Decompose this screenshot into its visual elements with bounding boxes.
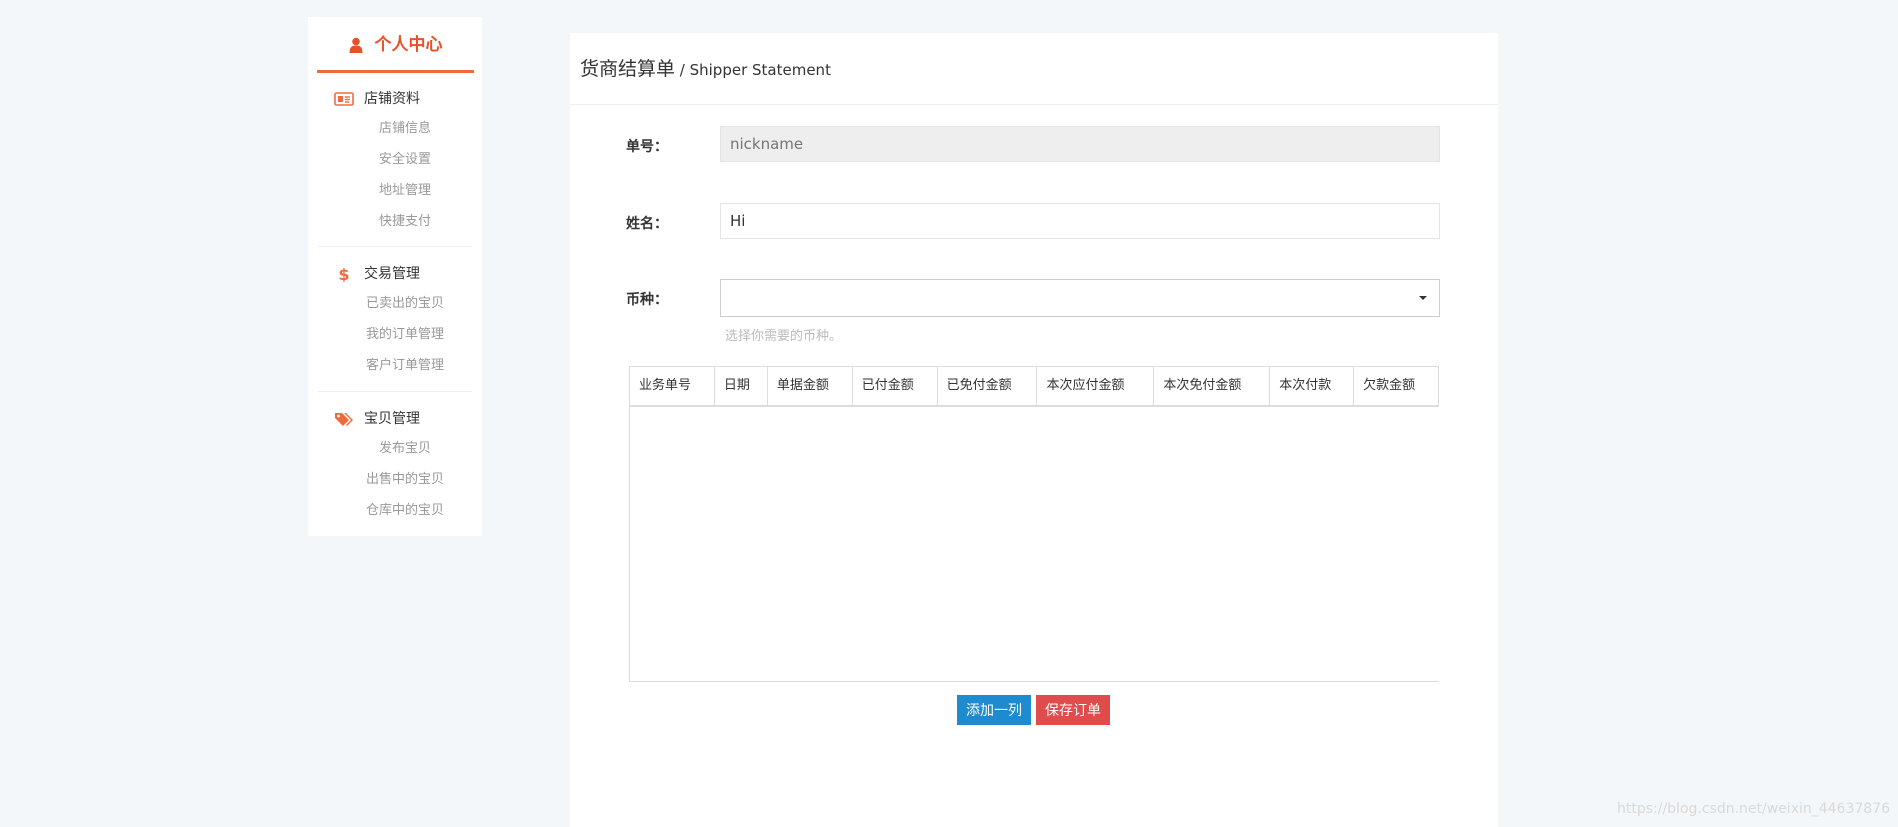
currency-label: 币种： [626,292,668,308]
sidebar-item-security[interactable]: 安全设置 [308,144,482,175]
sidebar-item-on-sale[interactable]: 出售中的宝贝 [308,464,482,495]
sidebar-section-trade: $ 交易管理 已卖出的宝贝 我的订单管理 客户订单管理 [308,260,482,381]
user-icon [349,37,363,53]
sidebar-item-address[interactable]: 地址管理 [308,175,482,206]
column-header: 本次应付金额 [1037,367,1155,405]
sidebar-item-my-orders[interactable]: 我的订单管理 [308,319,482,350]
name-input[interactable] [720,203,1440,239]
svg-text:$: $ [338,266,349,282]
sidebar-section-label: 店铺资料 [364,91,420,107]
tags-icon [335,413,353,426]
sidebar-item-sold[interactable]: 已卖出的宝贝 [308,288,482,319]
sidebar-header-label: 个人中心 [374,35,443,55]
sidebar-section-label: 宝贝管理 [364,411,420,427]
sidebar-item-customer-orders[interactable]: 客户订单管理 [308,350,482,381]
column-header: 本次免付金额 [1154,367,1271,405]
divider [318,391,472,392]
page-title-en: Shipper Statement [689,61,831,79]
sidebar-section-title[interactable]: 店铺资料 [308,85,482,113]
column-header: 单据金额 [768,367,853,405]
sidebar-section-shop: 店铺资料 店铺信息 安全设置 地址管理 快捷支付 [308,85,482,237]
sidebar-section-label: 交易管理 [364,266,420,282]
page-title-cn: 货商结算单 [580,58,676,80]
sidebar-item-shop-info[interactable]: 店铺信息 [308,113,482,144]
name-label: 姓名： [626,216,668,232]
sidebar-item-publish[interactable]: 发布宝贝 [308,433,482,464]
sidebar: 个人中心 店铺资料 店铺信息 安全设置 地址管理 快捷支付 $ 交易管理 已卖出… [308,17,482,536]
add-row-button[interactable]: 添加一列 [957,695,1031,725]
save-order-button[interactable]: 保存订单 [1036,695,1110,725]
order-no-input[interactable] [720,126,1440,162]
page-title: 货商结算单 / Shipper Statement [570,33,1498,105]
currency-help-text: 选择你需要的币种。 [725,329,843,344]
column-header: 日期 [715,367,768,405]
chevron-down-icon [1419,296,1427,300]
sidebar-section-title[interactable]: $ 交易管理 [308,260,482,288]
sidebar-section-goods: 宝贝管理 发布宝贝 出售中的宝贝 仓库中的宝贝 [308,405,482,526]
sidebar-item-warehouse[interactable]: 仓库中的宝贝 [308,495,482,526]
main-panel: 货商结算单 / Shipper Statement 单号： 姓名： 币种： 选择… [570,33,1498,827]
statement-table: 业务单号 日期 单据金额 已付金额 已免付金额 本次应付金额 本次免付金额 本次… [629,366,1439,682]
watermark: https://blog.csdn.net/weixin_44637876 [1616,801,1890,817]
id-card-icon [334,92,354,106]
sidebar-item-quick-pay[interactable]: 快捷支付 [308,206,482,237]
column-header: 已免付金额 [938,367,1038,405]
currency-select[interactable] [720,279,1440,317]
dollar-icon: $ [338,266,349,282]
page-title-separator: / [675,61,690,79]
column-header: 业务单号 [630,367,715,405]
column-header: 本次付款 [1270,367,1355,405]
column-header: 已付金额 [853,367,938,405]
order-no-label: 单号： [626,139,668,155]
sidebar-section-title[interactable]: 宝贝管理 [308,405,482,433]
sidebar-header: 个人中心 [317,33,474,73]
table-body [630,407,1439,679]
column-header: 欠款金额 [1354,367,1439,405]
table-header: 业务单号 日期 单据金额 已付金额 已免付金额 本次应付金额 本次免付金额 本次… [630,367,1439,407]
divider [318,246,472,247]
